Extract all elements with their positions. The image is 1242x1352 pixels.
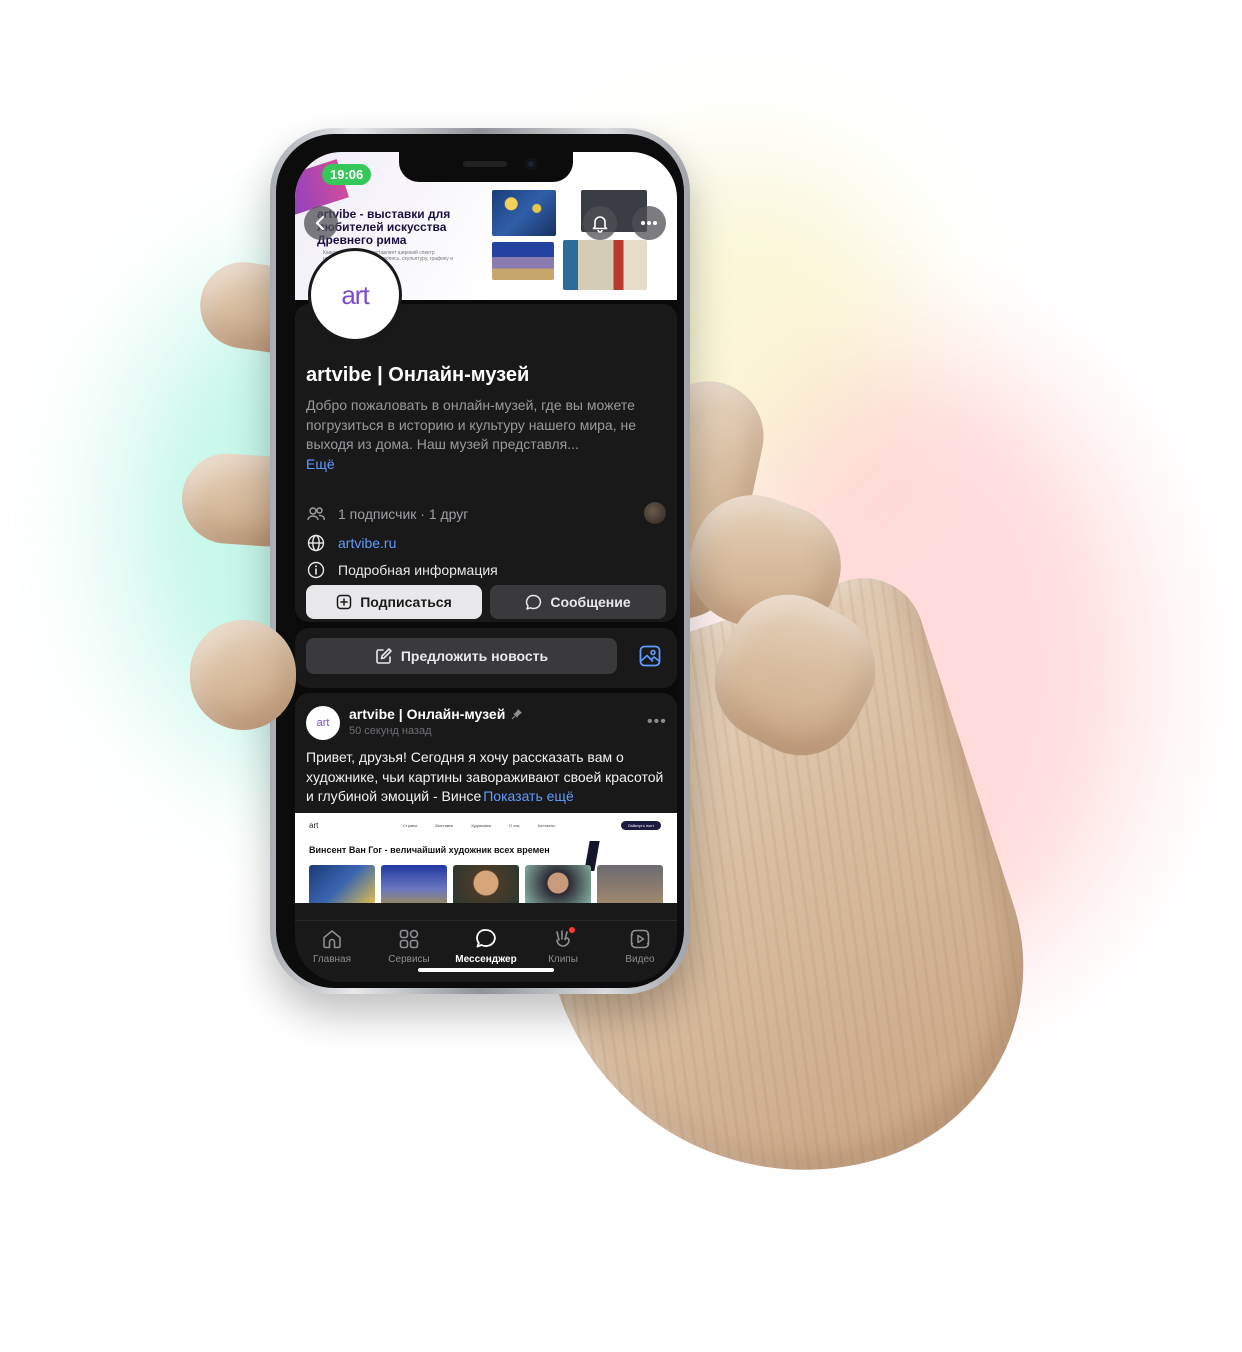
post-avatar-logo: art [316,717,330,729]
phone-screen: 19:06 LTE artvibe - выставки для любител… [295,152,677,982]
subscribe-label: Подписаться [360,594,452,610]
cover-artwork [563,240,647,290]
back-button[interactable] [304,206,338,240]
tab-clips[interactable]: Клипы [526,927,600,965]
plus-square-icon [336,594,352,610]
post-image-nav-item: Выставки [435,823,453,828]
pin-icon [511,709,523,720]
post-author-avatar[interactable]: art [306,706,340,740]
post-image-artwork [309,865,375,903]
phone-bezel: 19:06 LTE artvibe - выставки для любител… [276,134,684,988]
more-button[interactable] [632,206,666,240]
notification-dot [569,927,575,933]
battery-icon [639,168,659,180]
subscribe-button[interactable]: Подписаться [306,585,482,619]
notifications-button[interactable] [583,206,617,240]
signal-icon [600,169,612,179]
community-name: artvibe | Онлайн-музей [306,364,530,386]
message-button[interactable]: Сообщение [490,585,666,619]
bell-icon [592,216,608,233]
video-icon [630,929,650,949]
community-avatar[interactable]: art [308,248,402,342]
subscribers-row[interactable]: 1 подписчик · 1 друг [306,504,468,524]
post-time: 50 секунд назад [349,725,432,737]
friend-avatar[interactable] [644,502,666,524]
tab-video-label: Видео [625,954,655,965]
website-link[interactable]: artvibe.ru [338,535,396,551]
wooden-hand-thumb [190,620,296,730]
post-image-nav: Страны Выставки Художники О нас Контакты [403,823,555,828]
tab-home[interactable]: Главная [295,927,369,965]
post-image-nav-item: Страны [403,823,418,828]
cover-artwork [492,242,554,280]
tab-video[interactable]: Видео [603,927,677,965]
message-label: Сообщение [550,594,631,610]
info-icon [306,560,326,580]
tab-messenger-label: Мессенджер [455,954,517,965]
globe-icon [306,533,326,553]
community-description: Добро пожаловать в онлайн-музей, где вы … [306,397,637,452]
details-label: Подробная информация [338,562,498,578]
tab-clips-label: Клипы [548,954,578,965]
tab-services-label: Сервисы [388,954,430,965]
tab-services[interactable]: Сервисы [372,927,446,965]
suggest-news-button[interactable]: Предложить новость [306,638,617,674]
more-link[interactable]: Ещё [306,456,335,472]
grid-icon [399,929,419,949]
chevron-left-icon [315,215,325,231]
tab-home-label: Главная [312,954,352,965]
status-time: 19:06 [322,164,372,185]
post-image-artwork [597,865,663,903]
post-image-nav-item: Контакты [537,823,555,828]
suggest-news-label: Предложить новость [400,648,549,664]
edit-icon [376,648,392,664]
cover-artwork [492,190,556,236]
phone: 19:06 LTE artvibe - выставки для любител… [270,128,690,994]
cover-title: artvibe - выставки для любителей искусст… [317,207,451,247]
post-image-artwork [525,865,591,903]
details-row[interactable]: Подробная информация [306,560,498,580]
post-image-title: Винсент Ван Гог - величайший художник вс… [309,845,550,855]
post-text: Привет, друзья! Сегодня я хочу рассказат… [306,748,671,807]
post-image-button: Лайкнуть пост [621,821,661,830]
tab-bar: Главная Сервисы Мессенджер Клипы Видео [295,920,677,982]
post-author-name: artvibe | Онлайн-музей [349,706,506,722]
subscribers-count: 1 подписчик · 1 друг [338,506,469,522]
website-row[interactable]: artvibe.ru [306,533,396,553]
post-image-nav-item: О нас [509,823,520,828]
home-icon [323,930,341,949]
post-author[interactable]: artvibe | Онлайн-музей [349,706,523,722]
show-more-link[interactable]: Показать ещё [481,788,574,804]
post-image[interactable]: art Страны Выставки Художники О нас Конт… [295,813,677,903]
suggest-news-card: Предложить новость [295,628,677,688]
notch [399,152,573,182]
post-image-artwork [381,865,447,903]
post-image-nav-item: Художники [470,823,492,828]
post-image-logo: art [309,821,319,830]
home-indicator [418,968,554,972]
tab-messenger[interactable]: Мессенджер [449,927,523,965]
speaker [463,161,507,167]
avatar-logo: art [341,279,369,310]
users-icon [306,504,326,524]
more-horizontal-icon [641,221,657,225]
chat-bubble-icon [476,929,496,948]
message-icon [526,594,542,610]
status-indicators: LTE [600,168,659,180]
network-label: LTE [615,168,635,180]
post-more-icon[interactable]: ••• [647,713,667,731]
add-photo-button[interactable] [636,642,664,670]
image-icon [639,645,661,667]
front-camera [525,158,537,170]
post-image-artwork [453,865,519,903]
